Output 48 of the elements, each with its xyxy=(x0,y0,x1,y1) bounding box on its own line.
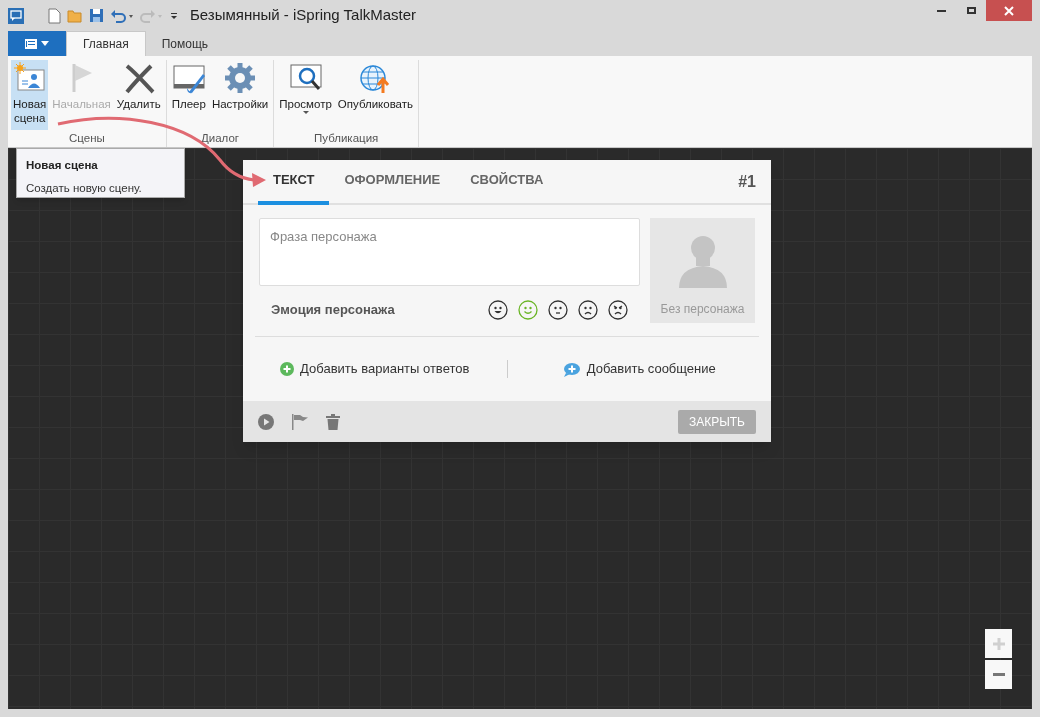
ribbon-button[interactable]: Опубликовать xyxy=(335,60,416,130)
save-icon[interactable] xyxy=(89,8,104,23)
dialog-tab[interactable]: ОФОРМЛЕНИЕ xyxy=(329,169,456,205)
ribbon-button[interactable]: Новая сцена xyxy=(11,60,49,130)
close-button[interactable] xyxy=(986,0,1032,21)
ribbon-tab[interactable]: Главная xyxy=(66,31,146,56)
caret-icon xyxy=(41,41,49,46)
menu-icon xyxy=(25,38,37,49)
play-icon[interactable] xyxy=(258,413,274,430)
tooltip-text: Создать новую сцену. xyxy=(26,181,143,197)
minus-icon xyxy=(992,672,1005,677)
customize-caret-icon[interactable] xyxy=(170,11,178,20)
plus-icon xyxy=(992,637,1005,650)
emotion-icon[interactable] xyxy=(488,300,508,320)
file-menu-button[interactable] xyxy=(8,31,66,56)
tooltip-title: Новая сцена xyxy=(26,158,99,173)
phrase-field[interactable]: Фраза персонажа xyxy=(259,218,640,286)
globe-icon xyxy=(359,62,392,94)
add-icon xyxy=(280,362,295,376)
ribbon-tab[interactable]: Помощь xyxy=(145,31,225,56)
zoom-out-button[interactable] xyxy=(985,660,1012,689)
ribbon-button[interactable]: Настройки xyxy=(209,60,271,130)
ribbon-button[interactable]: Плеер xyxy=(169,60,208,130)
emotion-icon[interactable] xyxy=(548,300,568,320)
emotion-icon[interactable] xyxy=(578,300,598,320)
close-icon xyxy=(1004,5,1014,16)
flag-icon[interactable] xyxy=(291,413,309,430)
scene-number: #1 xyxy=(738,172,756,192)
new-scene-icon xyxy=(13,62,46,94)
add-action-link[interactable]: Добавить варианты ответов xyxy=(280,359,470,379)
undo-icon[interactable] xyxy=(110,8,134,23)
window-title: Безымянный - iSpring TalkMaster xyxy=(190,5,417,26)
new-file-icon[interactable] xyxy=(48,7,61,24)
gear-icon xyxy=(224,62,257,94)
emotion-label: Эмоция персонажа xyxy=(271,301,396,320)
ribbon-button[interactable]: Просмотр xyxy=(277,60,334,130)
character-label: Без персонажа xyxy=(660,301,745,318)
brush-icon xyxy=(172,62,205,94)
app-icon[interactable] xyxy=(8,7,24,24)
ribbon-group-label: Сцены xyxy=(68,131,105,146)
ribbon-group-label: Публикация xyxy=(314,131,379,146)
ribbon-group-label: Диалог xyxy=(201,131,240,146)
dialog-tab[interactable]: СВОЙСТВА xyxy=(455,169,559,205)
add-action-link[interactable]: Добавить сообщение xyxy=(562,359,716,379)
trash-icon[interactable] xyxy=(326,413,340,430)
chat-add-icon xyxy=(562,361,581,377)
emotion-icon[interactable] xyxy=(608,300,628,320)
ribbon-button[interactable]: Удалить xyxy=(114,60,163,130)
